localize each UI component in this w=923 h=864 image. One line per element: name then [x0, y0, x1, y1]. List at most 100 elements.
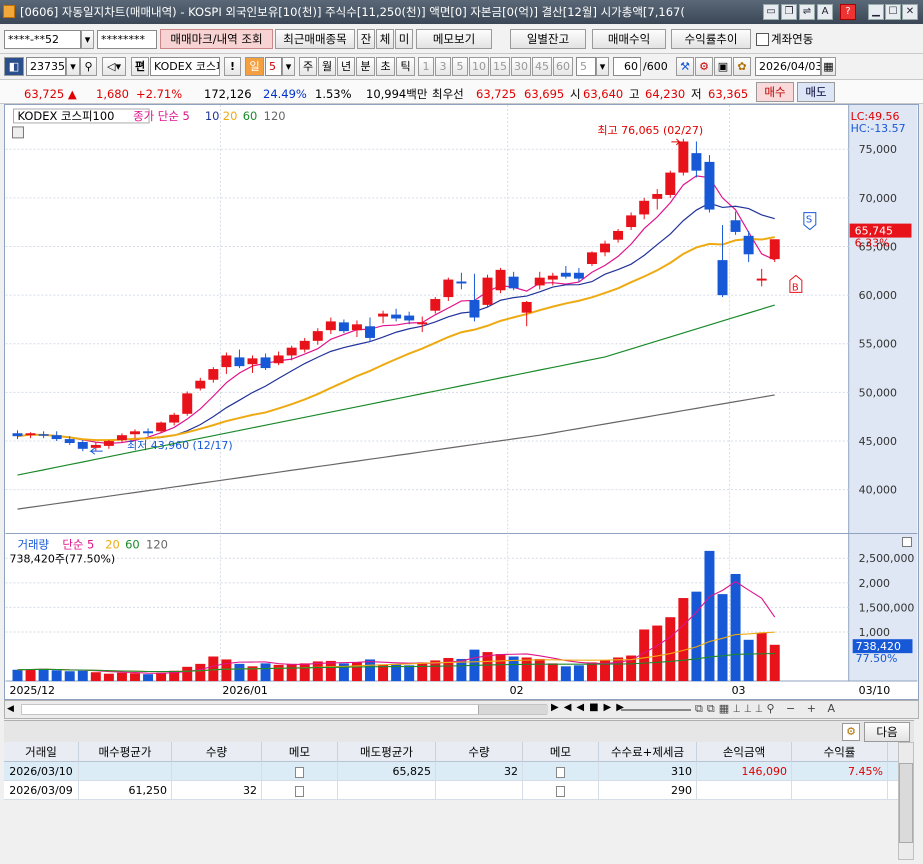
password-field[interactable]: ******** [97, 30, 157, 49]
return-trend-button[interactable]: 수익률추이 [671, 29, 751, 49]
table-row[interactable]: 2026/03/09 61,250 32 290 [4, 781, 898, 800]
account-link-checkbox[interactable] [756, 33, 769, 46]
period-tick-button[interactable]: 틱 [396, 57, 415, 76]
indicator-icon[interactable]: ⚙ [695, 57, 713, 76]
settings-icon[interactable]: ✿ [733, 57, 751, 76]
interval-field[interactable]: 5 [576, 57, 596, 76]
column-header[interactable]: 수량 [172, 742, 262, 762]
maximize-button[interactable]: ☐ [885, 4, 901, 20]
tools-icon[interactable]: ⚒ [676, 57, 694, 76]
column-header[interactable]: 손익금액 [697, 742, 792, 762]
period-dropdown-icon[interactable]: ▾ [282, 57, 295, 76]
period-week-button[interactable]: 주 [299, 57, 317, 76]
playback-controls[interactable]: ▶◀◀■▶▶ [551, 702, 629, 713]
memo-icon[interactable] [523, 781, 599, 800]
next-page-button[interactable]: 다음 [864, 722, 910, 742]
account-select[interactable]: ****-**52 [4, 30, 81, 49]
memo-icon[interactable] [295, 766, 304, 778]
speaker-icon[interactable]: ◁▾ [102, 57, 126, 76]
interval-10-button[interactable]: 10 [469, 57, 489, 76]
interval-3-button[interactable]: 3 [435, 57, 451, 76]
column-header[interactable]: 매도평균가 [338, 742, 436, 762]
candle-body [430, 299, 441, 311]
restore-icon[interactable]: ❐ [781, 4, 797, 20]
link-icon[interactable]: ⇌ [799, 4, 815, 20]
recent-trades-button[interactable]: 최근매매종목 [275, 29, 355, 49]
trade-profit-button[interactable]: 매매수익 [592, 29, 666, 49]
chart-scrollbar[interactable] [21, 704, 548, 715]
interval-30-button[interactable]: 30 [511, 57, 531, 76]
column-header[interactable]: 수익률 [792, 742, 888, 762]
month-axis-label: 03 [732, 684, 746, 697]
column-header[interactable]: 메모 [262, 742, 338, 762]
column-header[interactable]: 매수평균가 [79, 742, 172, 762]
unexecuted-button[interactable]: 미 [395, 29, 413, 49]
memo-view-button[interactable]: 메모보기 [416, 29, 492, 49]
calendar-icon[interactable]: ▦ [821, 57, 836, 76]
volume-bar [130, 673, 140, 682]
table-scroll-thumb[interactable] [899, 763, 913, 843]
column-header[interactable]: 수수료+제세금 [599, 742, 697, 762]
candle-body [325, 321, 336, 331]
column-header[interactable]: 수량 [436, 742, 523, 762]
edit-button[interactable]: 편 [131, 57, 149, 76]
close-button[interactable]: ✕ [902, 4, 918, 20]
memo-icon[interactable] [556, 766, 565, 778]
stock-chart[interactable]: 75,00070,00065,00060,00055,00050,00045,0… [4, 104, 919, 700]
code-dropdown-icon[interactable]: ▾ [66, 57, 80, 76]
font-icon[interactable]: A [817, 4, 833, 20]
interval-45-button[interactable]: 45 [532, 57, 552, 76]
volume-pane-close-icon[interactable] [902, 537, 912, 548]
memo-icon[interactable] [556, 785, 565, 797]
count-input[interactable]: 60 [613, 57, 641, 76]
memo-icon[interactable] [295, 785, 304, 797]
scroll-left-icon[interactable]: ◀ [7, 703, 19, 716]
memo-icon[interactable] [262, 781, 338, 800]
minimize-button[interactable]: ▁ [868, 4, 884, 20]
price-tick-label: 60,000 [859, 289, 897, 302]
table-scrollbar[interactable] [898, 742, 914, 860]
candle-body [260, 357, 271, 369]
candle-body [169, 414, 180, 423]
zoom-slider[interactable] [621, 709, 691, 711]
search-icon[interactable]: ⚲ [80, 57, 97, 76]
window-layout-icon[interactable]: ▭ [763, 4, 779, 20]
interval-1-button[interactable]: 1 [418, 57, 434, 76]
help-icon[interactable]: ? [840, 4, 856, 20]
memo-icon[interactable] [523, 762, 599, 781]
daily-balance-button[interactable]: 일별잔고 [510, 29, 586, 49]
account-dropdown-icon[interactable]: ▾ [81, 30, 94, 49]
interval-15-button[interactable]: 15 [490, 57, 510, 76]
column-header[interactable]: 메모 [523, 742, 599, 762]
trade-mark-button[interactable]: 매매마크/내역 조회 [160, 29, 273, 49]
stock-code-input[interactable]: 237350 [26, 57, 66, 76]
volume-tick-label: 1,500,000 [859, 601, 915, 614]
period-year-button[interactable]: 년 [337, 57, 355, 76]
interval-5-button[interactable]: 5 [452, 57, 468, 76]
sell-button[interactable]: 매도 [797, 82, 835, 102]
grid-toggle-icon[interactable] [12, 126, 24, 139]
column-header[interactable]: 거래일 [4, 742, 79, 762]
period-month-button[interactable]: 월 [318, 57, 336, 76]
date-input[interactable]: 2026/04/03 [755, 57, 821, 76]
table-settings-icon[interactable]: ⚙ [842, 723, 860, 741]
alert-button[interactable]: ! [224, 57, 241, 76]
balance-button[interactable]: 잔 [357, 29, 375, 49]
scroll-thumb[interactable] [478, 705, 548, 714]
period-second-button[interactable]: 초 [376, 57, 395, 76]
chart-tool-icons[interactable]: ⧉⧉▦⟂⟂⟂⚲ − + A [695, 702, 839, 716]
table-row[interactable]: 2026/03/10 65,825 32 310 146,090 7.45% [4, 762, 898, 781]
candle-body [103, 441, 114, 446]
candle-body [273, 355, 284, 364]
period-minute-button[interactable]: 분 [356, 57, 375, 76]
period-value-field[interactable]: 5 [265, 57, 282, 76]
interval-dropdown-icon[interactable]: ▾ [596, 57, 609, 76]
period-daily-button[interactable]: 일 [245, 57, 264, 76]
memo-icon[interactable] [262, 762, 338, 781]
interval-60-button[interactable]: 60 [553, 57, 573, 76]
buy-button[interactable]: 매수 [756, 82, 794, 102]
executed-button[interactable]: 체 [376, 29, 394, 49]
symbol-search-icon[interactable]: ◧ [4, 57, 24, 76]
volume-pct-label: 77.50% [856, 652, 898, 665]
save-icon[interactable]: ▣ [714, 57, 732, 76]
